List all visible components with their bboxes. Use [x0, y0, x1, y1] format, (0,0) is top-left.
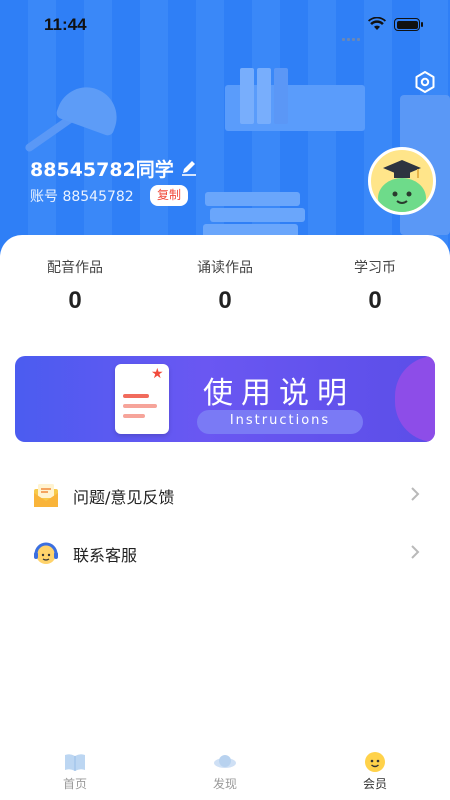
- instructions-banner[interactable]: ★ 使用说明 Instructions: [15, 356, 435, 442]
- content-card: 配音作品 0 诵读作品 0 学习币 0 ★ 使用说明 Instructions: [0, 235, 450, 800]
- stat-value: 0: [68, 287, 82, 314]
- tab-label: 会员: [362, 777, 387, 791]
- tab-member[interactable]: 会员: [300, 746, 450, 800]
- chevron-right-icon: [411, 487, 420, 501]
- tab-label: 发现: [212, 777, 237, 791]
- stat-label: 配音作品: [47, 260, 103, 276]
- chevron-right-icon: [411, 545, 420, 559]
- document-icon: ★: [115, 364, 169, 434]
- list-item-label: 联系客服: [73, 546, 138, 565]
- smiley-member-icon: [365, 752, 385, 772]
- book-home-icon: [65, 754, 85, 771]
- book-decoration: [257, 68, 271, 124]
- tab-home[interactable]: 首页: [0, 746, 150, 800]
- graduate-mascot-icon: [378, 160, 426, 212]
- stats-row: 配音作品 0 诵读作品 0 学习币 0: [0, 257, 450, 315]
- status-time: 11:44: [44, 15, 87, 34]
- account-number: 账号 88545782: [30, 189, 134, 205]
- banner-wave-decoration: [395, 356, 435, 442]
- book-decoration: [240, 68, 254, 124]
- profile-header: 11:44 88545782同学 账号 88545782 复制: [0, 0, 450, 270]
- stat-study-coins[interactable]: 学习币 0: [300, 257, 450, 315]
- battery-icon: [394, 18, 423, 31]
- list-item-feedback[interactable]: 问题/意见反馈: [0, 465, 450, 523]
- banner-title: 使用说明: [203, 376, 355, 411]
- star-icon: ★: [151, 366, 164, 382]
- copy-button[interactable]: 复制: [150, 185, 189, 206]
- book-decoration: [274, 68, 288, 124]
- username: 88545782同学: [30, 159, 174, 181]
- banner-subtitle: Instructions: [229, 413, 331, 428]
- stat-value: 0: [368, 287, 382, 314]
- menu-list: 问题/意见反馈 联系客服: [0, 465, 450, 581]
- stat-label: 诵读作品: [197, 260, 253, 276]
- customer-service-headset-icon: [34, 542, 58, 564]
- stat-reading-works[interactable]: 诵读作品 0: [150, 257, 300, 315]
- lamp-shade-decoration: [54, 78, 126, 138]
- tab-discover[interactable]: 发现: [150, 746, 300, 800]
- stat-label: 学习币: [354, 260, 396, 276]
- cellular-signal-icon: [342, 26, 362, 41]
- book-stack-decoration: [205, 192, 300, 206]
- tab-label: 首页: [62, 777, 87, 791]
- stat-dubbing-works[interactable]: 配音作品 0: [0, 257, 150, 315]
- bottom-tab-bar: 首页 发现 会员: [0, 746, 450, 800]
- stat-value: 0: [218, 287, 232, 314]
- wifi-icon: [368, 17, 386, 30]
- planet-discover-icon: [214, 755, 236, 768]
- list-item-customer-service[interactable]: 联系客服: [0, 523, 450, 581]
- book-stack-decoration: [210, 208, 305, 222]
- list-item-label: 问题/意见反馈: [73, 488, 175, 507]
- edit-pencil-icon[interactable]: [180, 158, 198, 176]
- settings-gear-icon[interactable]: [413, 70, 437, 94]
- feedback-envelope-icon: [34, 484, 58, 507]
- status-bar: 11:44: [0, 0, 450, 48]
- avatar[interactable]: [368, 147, 436, 215]
